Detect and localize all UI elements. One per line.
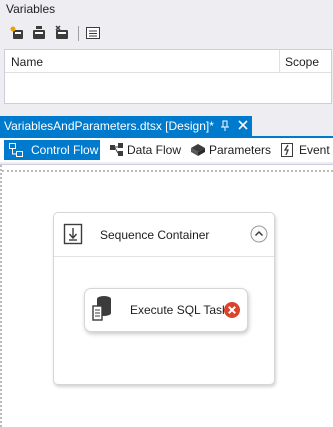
- parameters-icon: [190, 142, 206, 158]
- variables-grid[interactable]: Name Scope: [4, 49, 332, 104]
- sequence-container-icon: [62, 222, 84, 246]
- event-handlers-icon: [279, 142, 295, 158]
- error-icon[interactable]: [223, 301, 241, 319]
- column-divider[interactable]: [279, 50, 280, 72]
- tab-label: Control Flow: [31, 143, 99, 157]
- document-tab[interactable]: VariablesAndParameters.dtsx [Design]*: [0, 116, 252, 136]
- tab-label: Parameters: [209, 143, 272, 157]
- grid-options-icon[interactable]: [84, 24, 102, 42]
- tab-data-flow[interactable]: Data Flow: [105, 140, 182, 160]
- toolbar-separator: [78, 26, 79, 41]
- control-flow-icon: [8, 142, 24, 158]
- variables-panel-title: Variables: [6, 2, 56, 16]
- tab-label: Event H: [299, 143, 333, 157]
- pin-icon[interactable]: [219, 119, 231, 133]
- close-tab-icon[interactable]: [236, 117, 250, 133]
- sequence-container-header[interactable]: Sequence Container: [54, 213, 274, 257]
- add-variable-icon[interactable]: [8, 24, 26, 42]
- tab-event-handlers[interactable]: Event H: [275, 140, 333, 160]
- tab-control-flow[interactable]: Control Flow: [4, 140, 100, 160]
- variables-toolbar: [4, 24, 329, 44]
- execute-sql-task[interactable]: Execute SQL Task: [84, 288, 248, 332]
- column-header-scope[interactable]: Scope: [285, 55, 319, 69]
- document-tab-title: VariablesAndParameters.dtsx [Design]*: [4, 119, 214, 133]
- chevron-up-icon[interactable]: [250, 225, 268, 243]
- tab-label: Data Flow: [127, 143, 182, 157]
- variables-grid-header: Name Scope: [5, 50, 331, 73]
- data-flow-icon: [109, 142, 125, 158]
- canvas-border: [2, 170, 333, 172]
- sequence-container-title: Sequence Container: [100, 228, 210, 242]
- designer-tab-strip: Control Flow Data Flow Parameters Event: [0, 138, 333, 162]
- delete-variable-icon[interactable]: [53, 24, 71, 42]
- tab-parameters[interactable]: Parameters: [186, 140, 272, 160]
- move-variable-icon[interactable]: [30, 24, 48, 42]
- column-header-name[interactable]: Name: [11, 55, 43, 69]
- task-label: Execute SQL Task: [130, 303, 229, 317]
- execute-sql-icon: [91, 294, 113, 324]
